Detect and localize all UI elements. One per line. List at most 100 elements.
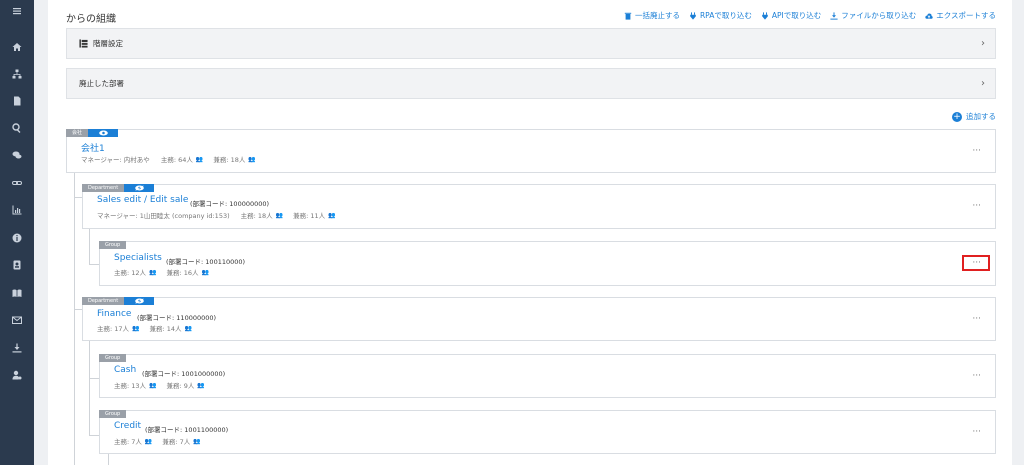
file-import-label: ファイルから取り込む (841, 11, 917, 20)
company-tag: 会社 (66, 129, 89, 137)
contact-icon[interactable] (0, 258, 34, 272)
unit-code: (部署コード: 110000000) (137, 314, 217, 322)
hierarchy-settings-panel[interactable]: 階層設定 › (66, 28, 996, 59)
rpa-import-button[interactable]: RPAで取り込む (689, 10, 752, 21)
people-icon: 👥 (144, 437, 153, 445)
people-icon: 👥 (149, 268, 157, 276)
unit-meta: 主務: 7人 👥 兼務: 7人 👥 (114, 436, 208, 447)
unit-type-tag: Department (82, 297, 125, 305)
rpa-import-label: RPAで取り込む (699, 11, 752, 20)
company-name-link[interactable]: 会社1 (81, 141, 105, 154)
unit-name-link[interactable]: Sales edit / Edit sale (97, 195, 188, 205)
eye-icon[interactable] (88, 129, 119, 137)
more-options-button[interactable]: ··· (972, 314, 981, 324)
more-options-button[interactable]: ··· (972, 201, 981, 211)
unit-name-link[interactable]: Finance (97, 309, 131, 319)
group-card[interactable]: Group Cash (部署コード: 1001000000) 主務: 13人 👥 … (99, 354, 996, 398)
bulk-abolish-button[interactable]: 一括廃止する (624, 10, 680, 21)
eye-slash-icon[interactable] (124, 297, 155, 305)
api-import-label: APIで取り込む (771, 11, 822, 20)
export-label: エクスポートする (936, 11, 996, 20)
eye-slash-icon[interactable] (124, 184, 155, 192)
plus-circle-icon: + (952, 111, 962, 122)
sub-count: 兼務: 7人 (162, 438, 191, 446)
more-options-button[interactable]: ··· (972, 371, 981, 381)
people-icon: 👥 (132, 324, 140, 332)
tree-connector (74, 173, 75, 465)
card-tags: Group (99, 410, 127, 418)
document-icon[interactable] (0, 94, 34, 108)
hierarchy-icon (79, 39, 88, 48)
main-count: 主務: 12人 (114, 269, 147, 277)
sidebar (0, 0, 34, 465)
unit-code: (部署コード: 100000000) (190, 200, 270, 208)
unit-code: (部署コード: 1001100000) (145, 426, 229, 434)
rpa-icon (690, 11, 696, 20)
tree-connector (89, 229, 90, 264)
chat-icon[interactable] (0, 148, 34, 162)
company-card[interactable]: 会社 会社1 マネージャー: 内村あや 主務: 64人 👥 兼務: 18人 👥 ··… (66, 129, 996, 173)
people-icon: 👥 (248, 155, 256, 163)
main-count: 主務: 13人 (114, 382, 147, 390)
card-tags: Department (82, 184, 155, 192)
tree-connector (89, 264, 99, 265)
api-import-button[interactable]: APIで取り込む (761, 10, 821, 21)
main-count: 主務: 17人 (97, 325, 130, 333)
file-import-button[interactable]: ファイルから取り込む (830, 10, 916, 21)
unit-type-tag: Group (99, 410, 127, 418)
more-options-button[interactable]: ··· (972, 427, 981, 437)
cloud-upload-icon (925, 13, 933, 19)
sub-count: 兼務: 16人 (166, 269, 199, 277)
abolished-departments-panel[interactable]: 廃止した部署 › (66, 68, 996, 99)
unit-meta: マネージャー: 1山田睦太 (company id:153) 主務: 18人 👥 … (97, 210, 343, 221)
link-icon[interactable] (0, 176, 34, 190)
file-download-icon (830, 11, 838, 20)
unit-type-tag: Department (82, 184, 125, 192)
manager-text: マネージャー: 1山田睦太 (company id:153) (97, 212, 230, 220)
toolbar: 一括廃止する RPAで取り込む APIで取り込む ファイルから取り込む エクスポ… (624, 10, 996, 21)
mail-icon[interactable] (0, 313, 34, 327)
home-icon[interactable] (0, 40, 34, 54)
sub-count: 兼務: 14人 (149, 325, 182, 333)
highlight-box (962, 255, 990, 271)
people-icon: 👥 (195, 155, 204, 163)
add-button[interactable]: + 追加する (952, 111, 996, 122)
company-meta: マネージャー: 内村あや 主務: 64人 👥 兼務: 18人 👥 (81, 154, 263, 165)
chevron-right-icon: › (981, 78, 985, 89)
org-chart-icon[interactable] (0, 67, 34, 81)
tree-connector (89, 378, 99, 379)
people-icon: 👥 (193, 437, 201, 445)
unit-code: (部署コード: 100110000) (166, 258, 246, 266)
sub-count: 兼務: 11人 (293, 212, 326, 220)
info-icon[interactable] (0, 231, 34, 245)
group-card[interactable]: Group Specialists (部署コード: 100110000) 主務:… (99, 241, 996, 286)
hierarchy-settings-label: 階層設定 (93, 39, 123, 48)
trash-icon (624, 12, 632, 20)
main-count: 主務: 64人 (160, 156, 193, 164)
page-title: からの組織 (66, 14, 116, 25)
abolished-departments-label: 廃止した部署 (79, 79, 124, 88)
book-icon[interactable] (0, 286, 34, 300)
search-icon[interactable] (0, 121, 34, 135)
department-card[interactable]: Department Finance (部署コード: 110000000) 主務… (82, 297, 996, 341)
tree-connector (89, 341, 90, 436)
unit-meta: 主務: 13人 👥 兼務: 9人 👥 (114, 380, 212, 391)
sub-count: 兼務: 9人 (166, 382, 195, 390)
menu-icon[interactable] (0, 4, 34, 18)
chevron-right-icon: › (981, 38, 985, 49)
unit-name-link[interactable]: Cash (114, 365, 136, 375)
chart-icon[interactable] (0, 203, 34, 217)
department-card[interactable]: Department Sales edit / Edit sale (部署コード… (82, 184, 996, 229)
tree-connector (89, 435, 99, 436)
unit-name-link[interactable]: Credit (114, 421, 141, 431)
more-options-button[interactable]: ··· (972, 146, 981, 156)
unit-name-link[interactable]: Specialists (114, 253, 162, 263)
download-icon[interactable] (0, 341, 34, 355)
user-settings-icon[interactable] (0, 368, 34, 382)
bulk-abolish-label: 一括廃止する (634, 11, 680, 20)
people-icon: 👥 (149, 381, 157, 389)
group-card[interactable]: Group Credit (部署コード: 1001100000) 主務: 7人 👥… (99, 410, 996, 454)
unit-meta: 主務: 12人 👥 兼務: 16人 👥 (114, 267, 216, 278)
card-tags: Group (99, 241, 127, 249)
export-button[interactable]: エクスポートする (925, 10, 996, 21)
